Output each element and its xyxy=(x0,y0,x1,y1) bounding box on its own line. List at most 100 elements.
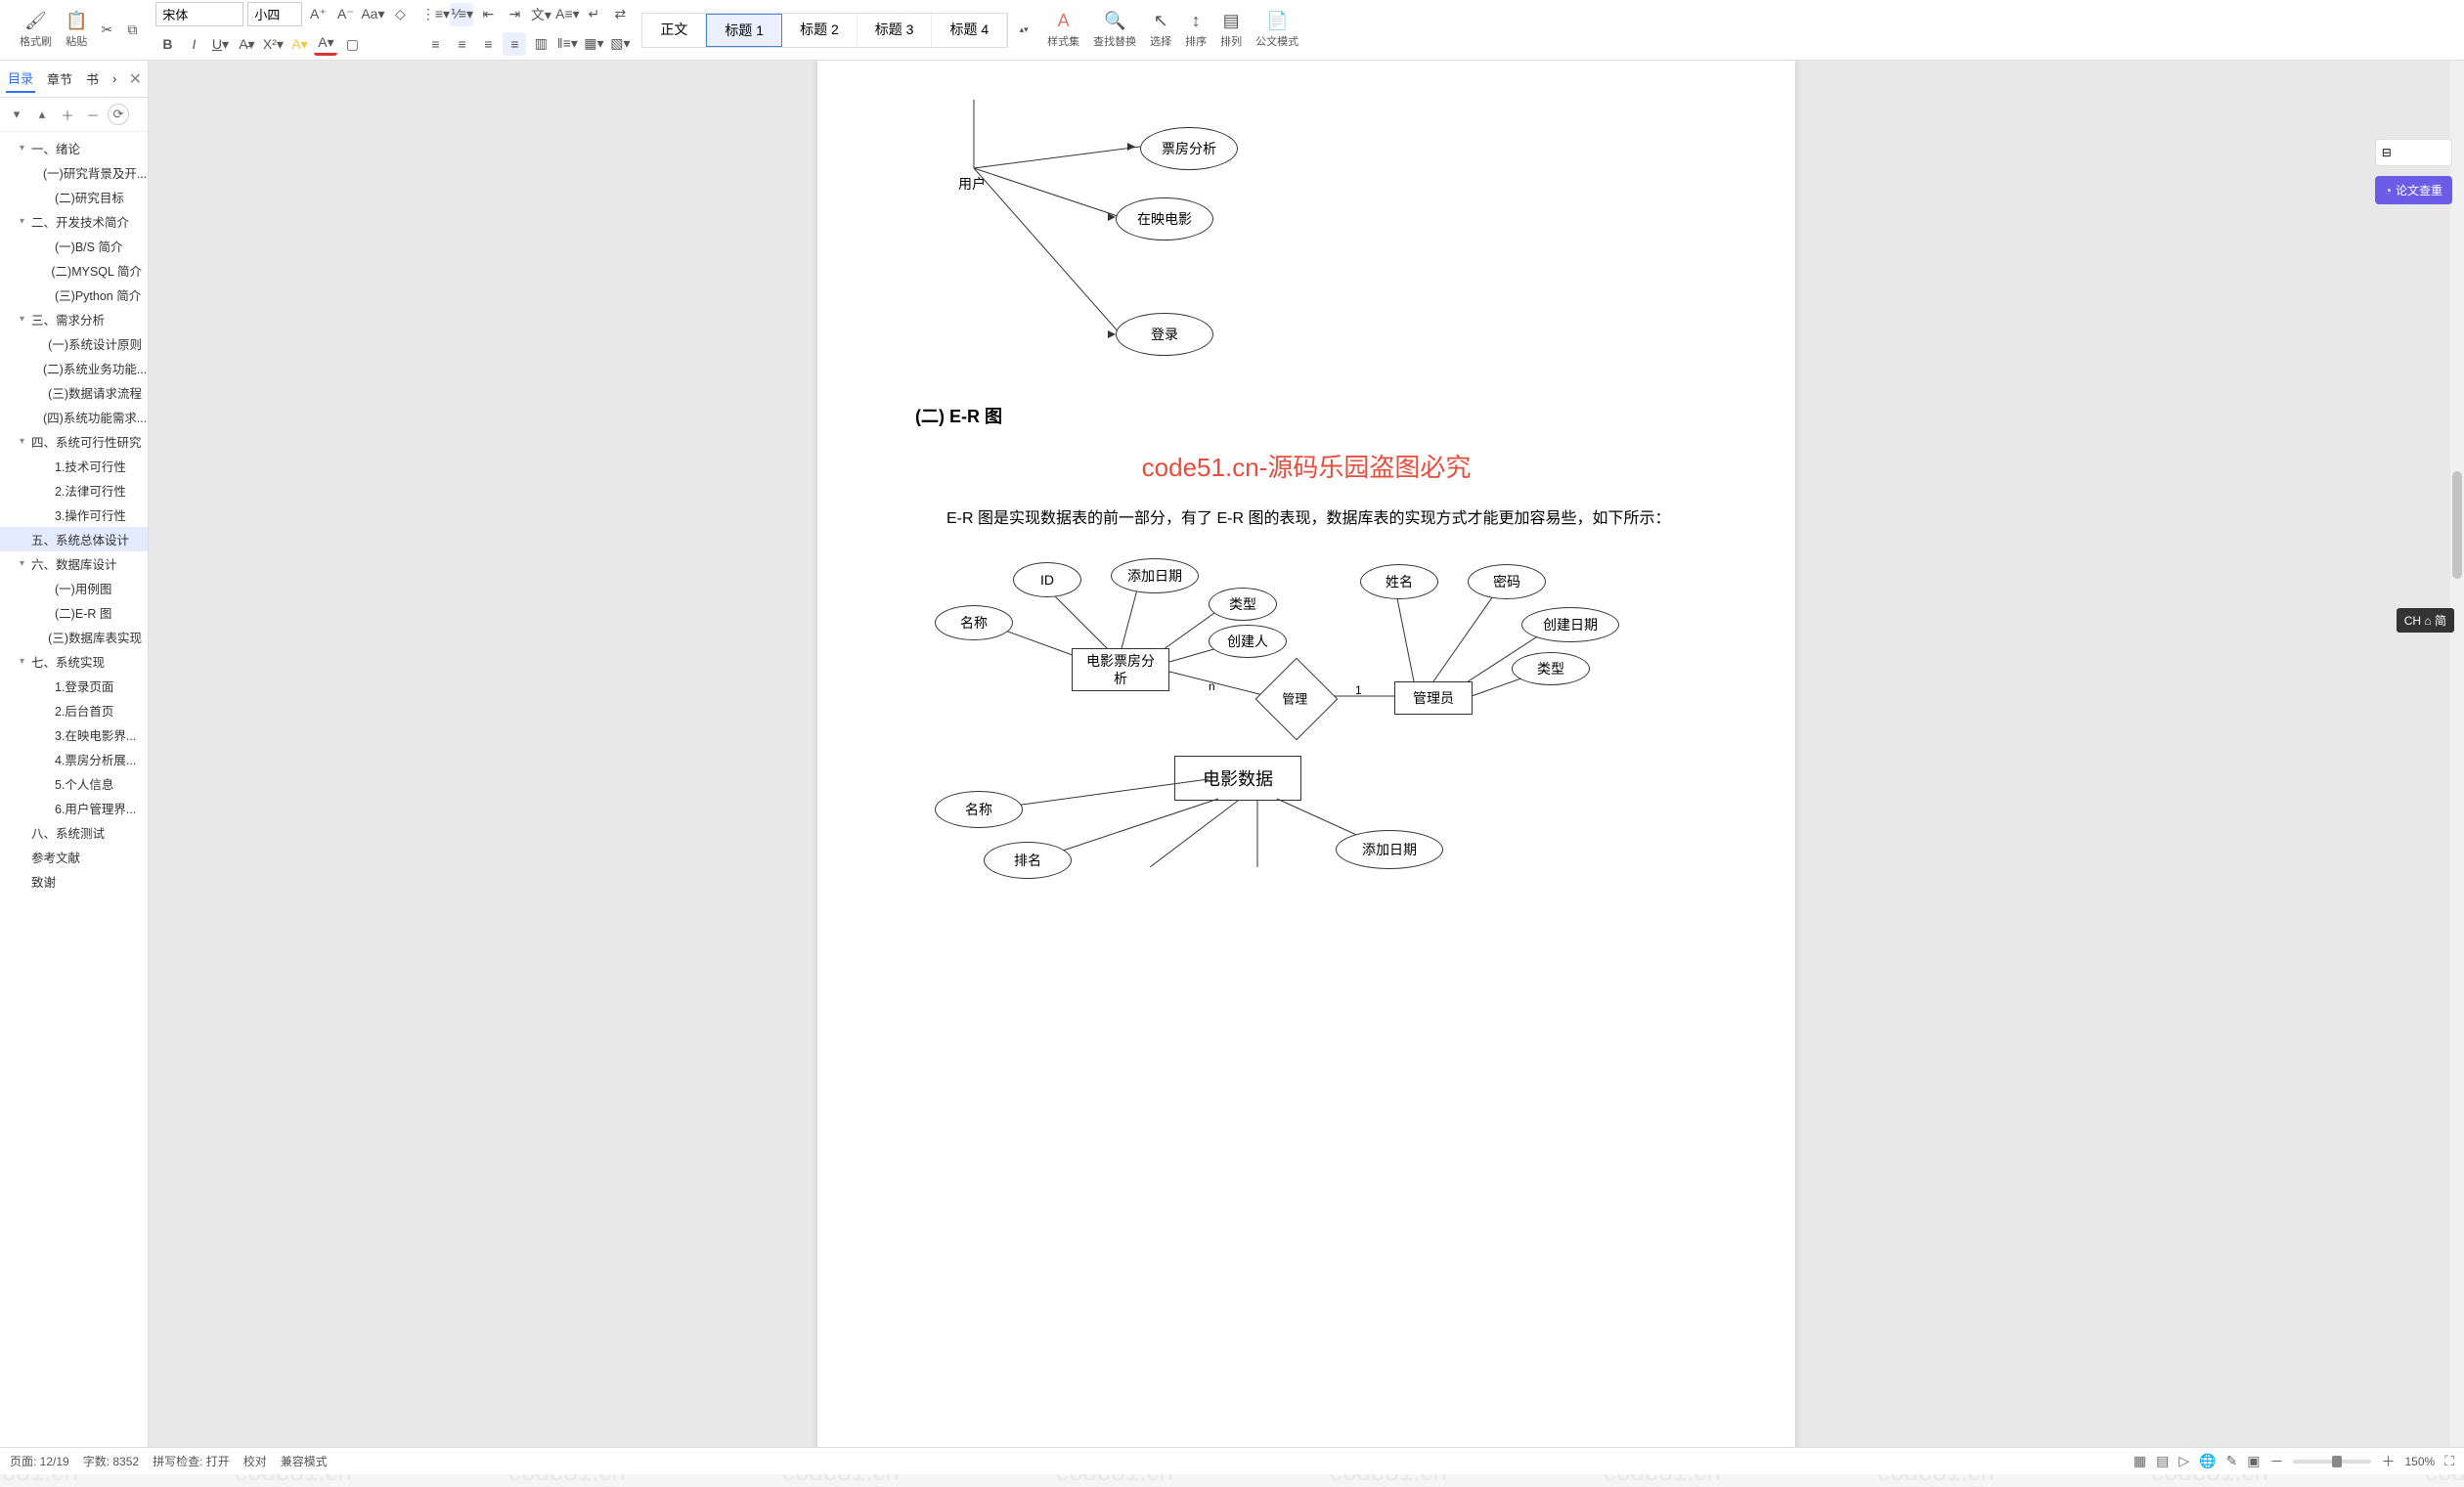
select-button[interactable]: ↖ 选择 xyxy=(1144,9,1177,51)
status-compat[interactable]: 兼容模式 xyxy=(281,1453,328,1469)
toc-item[interactable]: (一)研究背景及开... xyxy=(0,160,148,185)
style-normal[interactable]: 正文 xyxy=(642,14,706,47)
columns-button[interactable]: ▥ xyxy=(529,32,552,56)
align-justify-button[interactable]: ≡ xyxy=(503,32,526,56)
plagiarism-check-button[interactable]: ◔ 论文查重 xyxy=(2375,176,2452,204)
toc-item[interactable]: 五、系统总体设计 xyxy=(0,527,148,551)
toc-item[interactable]: 致谢 xyxy=(0,869,148,894)
view-outline-button[interactable]: ▤ xyxy=(2156,1453,2169,1469)
toc-item[interactable]: 参考文献 xyxy=(0,845,148,869)
zoom-out-button[interactable]: － xyxy=(2269,1452,2283,1471)
tab-next[interactable]: › xyxy=(110,67,118,90)
collapse-panel-button[interactable]: ⊟ xyxy=(2375,139,2452,166)
toc-item[interactable]: 1.技术可行性 xyxy=(0,454,148,478)
add-item-button[interactable]: ＋ xyxy=(57,104,78,125)
align-right-button[interactable]: ≡ xyxy=(476,32,500,56)
expand-button[interactable]: ▴ xyxy=(31,104,53,125)
zoom-slider[interactable] xyxy=(2293,1460,2371,1464)
style-h3[interactable]: 标题 3 xyxy=(858,14,933,47)
collapse-all-button[interactable]: ▾ xyxy=(6,104,27,125)
toc-item[interactable]: (二)MYSQL 简介 xyxy=(0,258,148,283)
toc-item[interactable]: (三)数据请求流程 xyxy=(0,380,148,405)
arrange-button[interactable]: ▤ 排列 xyxy=(1214,9,1248,51)
zoom-level[interactable]: 150% xyxy=(2404,1455,2435,1468)
style-h4[interactable]: 标题 4 xyxy=(932,14,1007,47)
status-words[interactable]: 字数: 8352 xyxy=(83,1453,139,1469)
cut-button[interactable]: ✂ xyxy=(95,19,118,42)
toc-item[interactable]: ▾七、系统实现 xyxy=(0,649,148,674)
status-page[interactable]: 页面: 12/19 xyxy=(10,1453,69,1469)
toc-item[interactable]: ▾三、需求分析 xyxy=(0,307,148,331)
toc-item[interactable]: (二)研究目标 xyxy=(0,185,148,209)
border-button[interactable]: ▦▾ xyxy=(582,32,605,56)
fullscreen-button[interactable]: ⛶ xyxy=(2444,1453,2454,1469)
increase-font-button[interactable]: A⁺ xyxy=(306,3,330,26)
official-mode-button[interactable]: 📄 公文模式 xyxy=(1250,9,1304,51)
font-color-button[interactable]: A▾ xyxy=(314,32,337,56)
italic-button[interactable]: I xyxy=(182,32,205,56)
highlight-button[interactable]: A▾ xyxy=(287,32,311,56)
paste-button[interactable]: 📋 粘贴 xyxy=(60,9,93,51)
refresh-button[interactable]: ⟳ xyxy=(108,104,129,125)
scrollbar-thumb[interactable] xyxy=(2452,471,2462,579)
toc-item[interactable]: ▾一、绪论 xyxy=(0,136,148,160)
line-spacing-button[interactable]: ‖≡▾ xyxy=(555,32,579,56)
toc-item[interactable]: 4.票房分析展... xyxy=(0,747,148,771)
style-h1[interactable]: 标题 1 xyxy=(706,14,782,47)
align-left-button[interactable]: ≡ xyxy=(423,32,447,56)
view-draft-button[interactable]: ✎ xyxy=(2226,1453,2238,1469)
close-sidebar-button[interactable]: ✕ xyxy=(129,69,142,89)
zoom-fit-button[interactable]: ▣ xyxy=(2247,1453,2260,1469)
decrease-indent-button[interactable]: ⇤ xyxy=(476,3,500,26)
number-list-button[interactable]: ⅟≡▾ xyxy=(450,3,473,26)
toc-item[interactable]: (一)系统设计原则 xyxy=(0,331,148,356)
text-direction-button[interactable]: 文▾ xyxy=(529,3,552,26)
format-painter-button[interactable]: 🖌 格式刷 xyxy=(14,9,58,51)
toc-item[interactable]: (二)E-R 图 xyxy=(0,600,148,625)
style-h2[interactable]: 标题 2 xyxy=(782,14,858,47)
vertical-scrollbar[interactable] xyxy=(2450,61,2464,1447)
toc-item[interactable]: 2.法律可行性 xyxy=(0,478,148,503)
increase-indent-button[interactable]: ⇥ xyxy=(503,3,526,26)
font-family-select[interactable]: 宋体 xyxy=(155,2,243,26)
copy-button[interactable]: ⧉ xyxy=(120,19,144,42)
bullet-list-button[interactable]: ⋮≡▾ xyxy=(423,3,447,26)
strike-button[interactable]: A̵▾ xyxy=(235,32,258,56)
underline-button[interactable]: U▾ xyxy=(208,32,232,56)
tab-book[interactable]: 书 xyxy=(84,66,101,92)
view-read-button[interactable]: ▷ xyxy=(2178,1453,2189,1469)
find-replace-button[interactable]: 🔍 查找替换 xyxy=(1087,9,1142,51)
toc-item[interactable]: 2.后台首页 xyxy=(0,698,148,722)
remove-item-button[interactable]: － xyxy=(82,104,104,125)
toc-item[interactable]: ▾六、数据库设计 xyxy=(0,551,148,576)
superscript-button[interactable]: X²▾ xyxy=(261,32,285,56)
tab-toc[interactable]: 目录 xyxy=(6,65,35,93)
tab-chapter[interactable]: 章节 xyxy=(45,66,74,92)
text-wrap-button[interactable]: ↵ xyxy=(582,3,605,26)
toc-item[interactable]: ▾四、系统可行性研究 xyxy=(0,429,148,454)
toc-item[interactable]: (三)Python 简介 xyxy=(0,283,148,307)
status-proof[interactable]: 校对 xyxy=(243,1453,267,1469)
fill-button[interactable]: ▧▾ xyxy=(608,32,632,56)
toc-item[interactable]: (一)B/S 简介 xyxy=(0,234,148,258)
align-center-button[interactable]: ≡ xyxy=(450,32,473,56)
toc-item[interactable]: (二)系统业务功能... xyxy=(0,356,148,380)
toc-item[interactable]: 1.登录页面 xyxy=(0,674,148,698)
toc-item[interactable]: 3.操作可行性 xyxy=(0,503,148,527)
status-spell[interactable]: 拼写检查: 打开 xyxy=(153,1453,230,1469)
toc-item[interactable]: 5.个人信息 xyxy=(0,771,148,796)
change-case-button[interactable]: Aa▾ xyxy=(361,3,384,26)
zoom-in-button[interactable]: ＋ xyxy=(2381,1452,2395,1471)
style-gallery-more[interactable]: ▴▾ xyxy=(1012,19,1035,42)
shading-button[interactable]: ▢ xyxy=(340,32,364,56)
document-canvas[interactable]: 用户 票房分析 在映电影 登录 (二) E-R 图 code51.cn-源码乐园… xyxy=(149,61,2464,1447)
align-distribute-button[interactable]: A≡▾ xyxy=(555,3,579,26)
toc-item[interactable]: ▾二、开发技术简介 xyxy=(0,209,148,234)
style-set-button[interactable]: A 样式集 xyxy=(1041,9,1085,51)
bold-button[interactable]: B xyxy=(155,32,179,56)
toc-item[interactable]: 3.在映电影界... xyxy=(0,722,148,747)
font-size-select[interactable]: 小四 xyxy=(247,2,302,26)
toc-item[interactable]: (三)数据库表实现 xyxy=(0,625,148,649)
view-web-button[interactable]: 🌐 xyxy=(2199,1453,2216,1469)
tab-button[interactable]: ⇄ xyxy=(608,3,632,26)
